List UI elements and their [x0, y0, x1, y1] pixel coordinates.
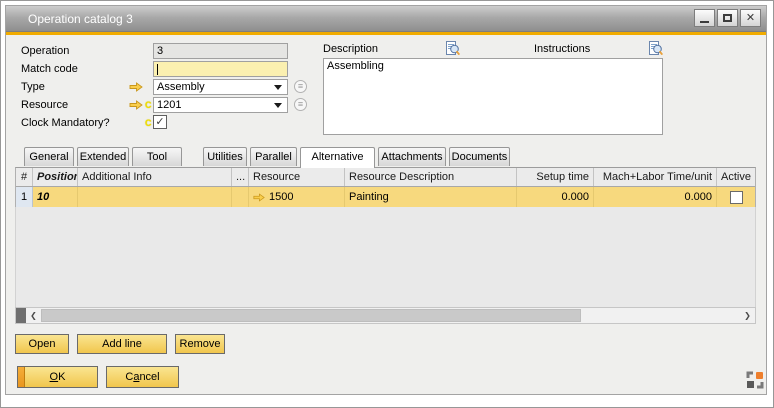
resource-description-cell[interactable]: Painting: [345, 187, 517, 207]
chevron-down-icon: [274, 103, 282, 108]
horizontal-scrollbar: ❮ ❯: [15, 307, 756, 324]
resize-grip-icon[interactable]: [746, 371, 764, 389]
row-number-cell[interactable]: 1: [16, 187, 33, 207]
scroll-right-icon: ❯: [744, 311, 751, 320]
alternative-resources-grid: # Position Additional Info ... Resource …: [15, 167, 756, 207]
active-cell: [717, 187, 755, 207]
type-dropdown[interactable]: Assembly: [153, 79, 288, 95]
tab-tool[interactable]: Tool: [132, 147, 182, 166]
open-button[interactable]: Open: [15, 334, 69, 354]
match-code-input[interactable]: [153, 61, 288, 77]
close-button[interactable]: ✕: [740, 9, 761, 27]
type-list-icon[interactable]: ≡: [294, 80, 307, 93]
maximize-button[interactable]: [717, 9, 738, 27]
tab-attachments[interactable]: Attachments: [378, 147, 446, 166]
ok-label-post: K: [58, 371, 65, 383]
tab-bar: General Extended Tool Utilities Parallel…: [24, 147, 513, 167]
tab-extended[interactable]: Extended: [77, 147, 129, 166]
maximize-icon: [723, 14, 732, 22]
resource-cell-value: 1500: [269, 187, 293, 207]
type-value: Assembly: [157, 80, 274, 94]
grid-empty-area[interactable]: [15, 206, 756, 307]
resource-list-icon[interactable]: ≡: [294, 98, 307, 111]
resource-link-arrow-icon[interactable]: [129, 100, 143, 110]
dots-cell[interactable]: [232, 187, 249, 207]
resource-value: 1201: [157, 98, 274, 112]
tab-alternative[interactable]: Alternative: [300, 147, 375, 168]
active-checkbox[interactable]: [730, 191, 743, 204]
instructions-editor-icon[interactable]: [649, 40, 663, 56]
minimize-button[interactable]: [694, 9, 715, 27]
window-controls: ✕: [694, 9, 761, 27]
grid-header-row: # Position Additional Info ... Resource …: [16, 168, 755, 187]
column-header-mach-labor[interactable]: Mach+Labor Time/unit: [594, 168, 717, 186]
table-row: 1 10 1500 Painting 0.000 0.000: [16, 187, 755, 207]
scrollbar-thumb[interactable]: [41, 309, 581, 322]
column-header-resource[interactable]: Resource: [249, 168, 345, 186]
add-line-button[interactable]: Add line: [77, 334, 167, 354]
scroll-right-button[interactable]: ❯: [740, 308, 755, 323]
column-header-dots[interactable]: ...: [232, 168, 249, 186]
column-header-resource-description[interactable]: Resource Description: [345, 168, 517, 186]
operation-label: Operation: [21, 43, 69, 59]
dialog-window: Operation catalog 3 ✕ Operation 3 Match …: [5, 5, 767, 395]
grid-split-handle[interactable]: [16, 308, 26, 323]
setup-time-cell[interactable]: 0.000: [517, 187, 594, 207]
tab-documents[interactable]: Documents: [449, 147, 510, 166]
column-header-active[interactable]: Active: [717, 168, 755, 186]
resource-cell[interactable]: 1500: [249, 187, 345, 207]
clock-mandatory-checkbox[interactable]: ✓: [153, 115, 167, 129]
description-textarea[interactable]: Assembling: [323, 58, 663, 135]
column-header-additional-info[interactable]: Additional Info: [78, 168, 232, 186]
clock-mandatory-label: Clock Mandatory?: [21, 115, 110, 131]
dialog-content: Operation 3 Match code Type Assembly ≡ R…: [6, 35, 766, 394]
column-header-position[interactable]: Position: [33, 168, 78, 186]
tab-general[interactable]: General: [24, 147, 74, 166]
scroll-left-button[interactable]: ❮: [26, 308, 41, 323]
mach-labor-cell[interactable]: 0.000: [594, 187, 717, 207]
position-cell[interactable]: 10: [33, 187, 78, 207]
description-editor-icon[interactable]: [446, 40, 460, 56]
chevron-down-icon: [274, 85, 282, 90]
minimize-icon: [700, 21, 709, 23]
row-link-arrow-icon[interactable]: [253, 193, 265, 202]
cancel-label-post: ncel: [139, 371, 159, 383]
description-label: Description: [323, 41, 378, 57]
window-title: Operation catalog 3: [28, 12, 133, 26]
remove-button[interactable]: Remove: [175, 334, 225, 354]
close-icon: ✕: [746, 13, 755, 24]
operation-catalog-dialog: Operation catalog 3 ✕ Operation 3 Match …: [0, 0, 774, 408]
type-label: Type: [21, 79, 45, 95]
instructions-label: Instructions: [534, 41, 590, 57]
titlebar[interactable]: Operation catalog 3 ✕: [6, 6, 766, 32]
match-code-label: Match code: [21, 61, 78, 77]
ok-button[interactable]: OK: [17, 366, 98, 388]
cancel-button[interactable]: Cancel: [106, 366, 179, 388]
scroll-left-icon: ❮: [30, 311, 37, 320]
type-link-arrow-icon[interactable]: [129, 82, 143, 92]
tab-utilities[interactable]: Utilities: [203, 147, 247, 166]
operation-field[interactable]: 3: [153, 43, 288, 59]
additional-info-cell[interactable]: [78, 187, 232, 207]
clock-c-marker: C: [145, 118, 152, 128]
ok-label-key: O: [50, 371, 59, 383]
column-header-num[interactable]: #: [16, 168, 33, 186]
column-header-setup-time[interactable]: Setup time: [517, 168, 594, 186]
default-button-stripe: [18, 367, 25, 387]
resource-dropdown[interactable]: 1201: [153, 97, 288, 113]
resource-c-marker: C: [145, 100, 152, 110]
text-cursor: [157, 64, 158, 75]
resource-label: Resource: [21, 97, 68, 113]
tab-parallel[interactable]: Parallel: [250, 147, 297, 166]
